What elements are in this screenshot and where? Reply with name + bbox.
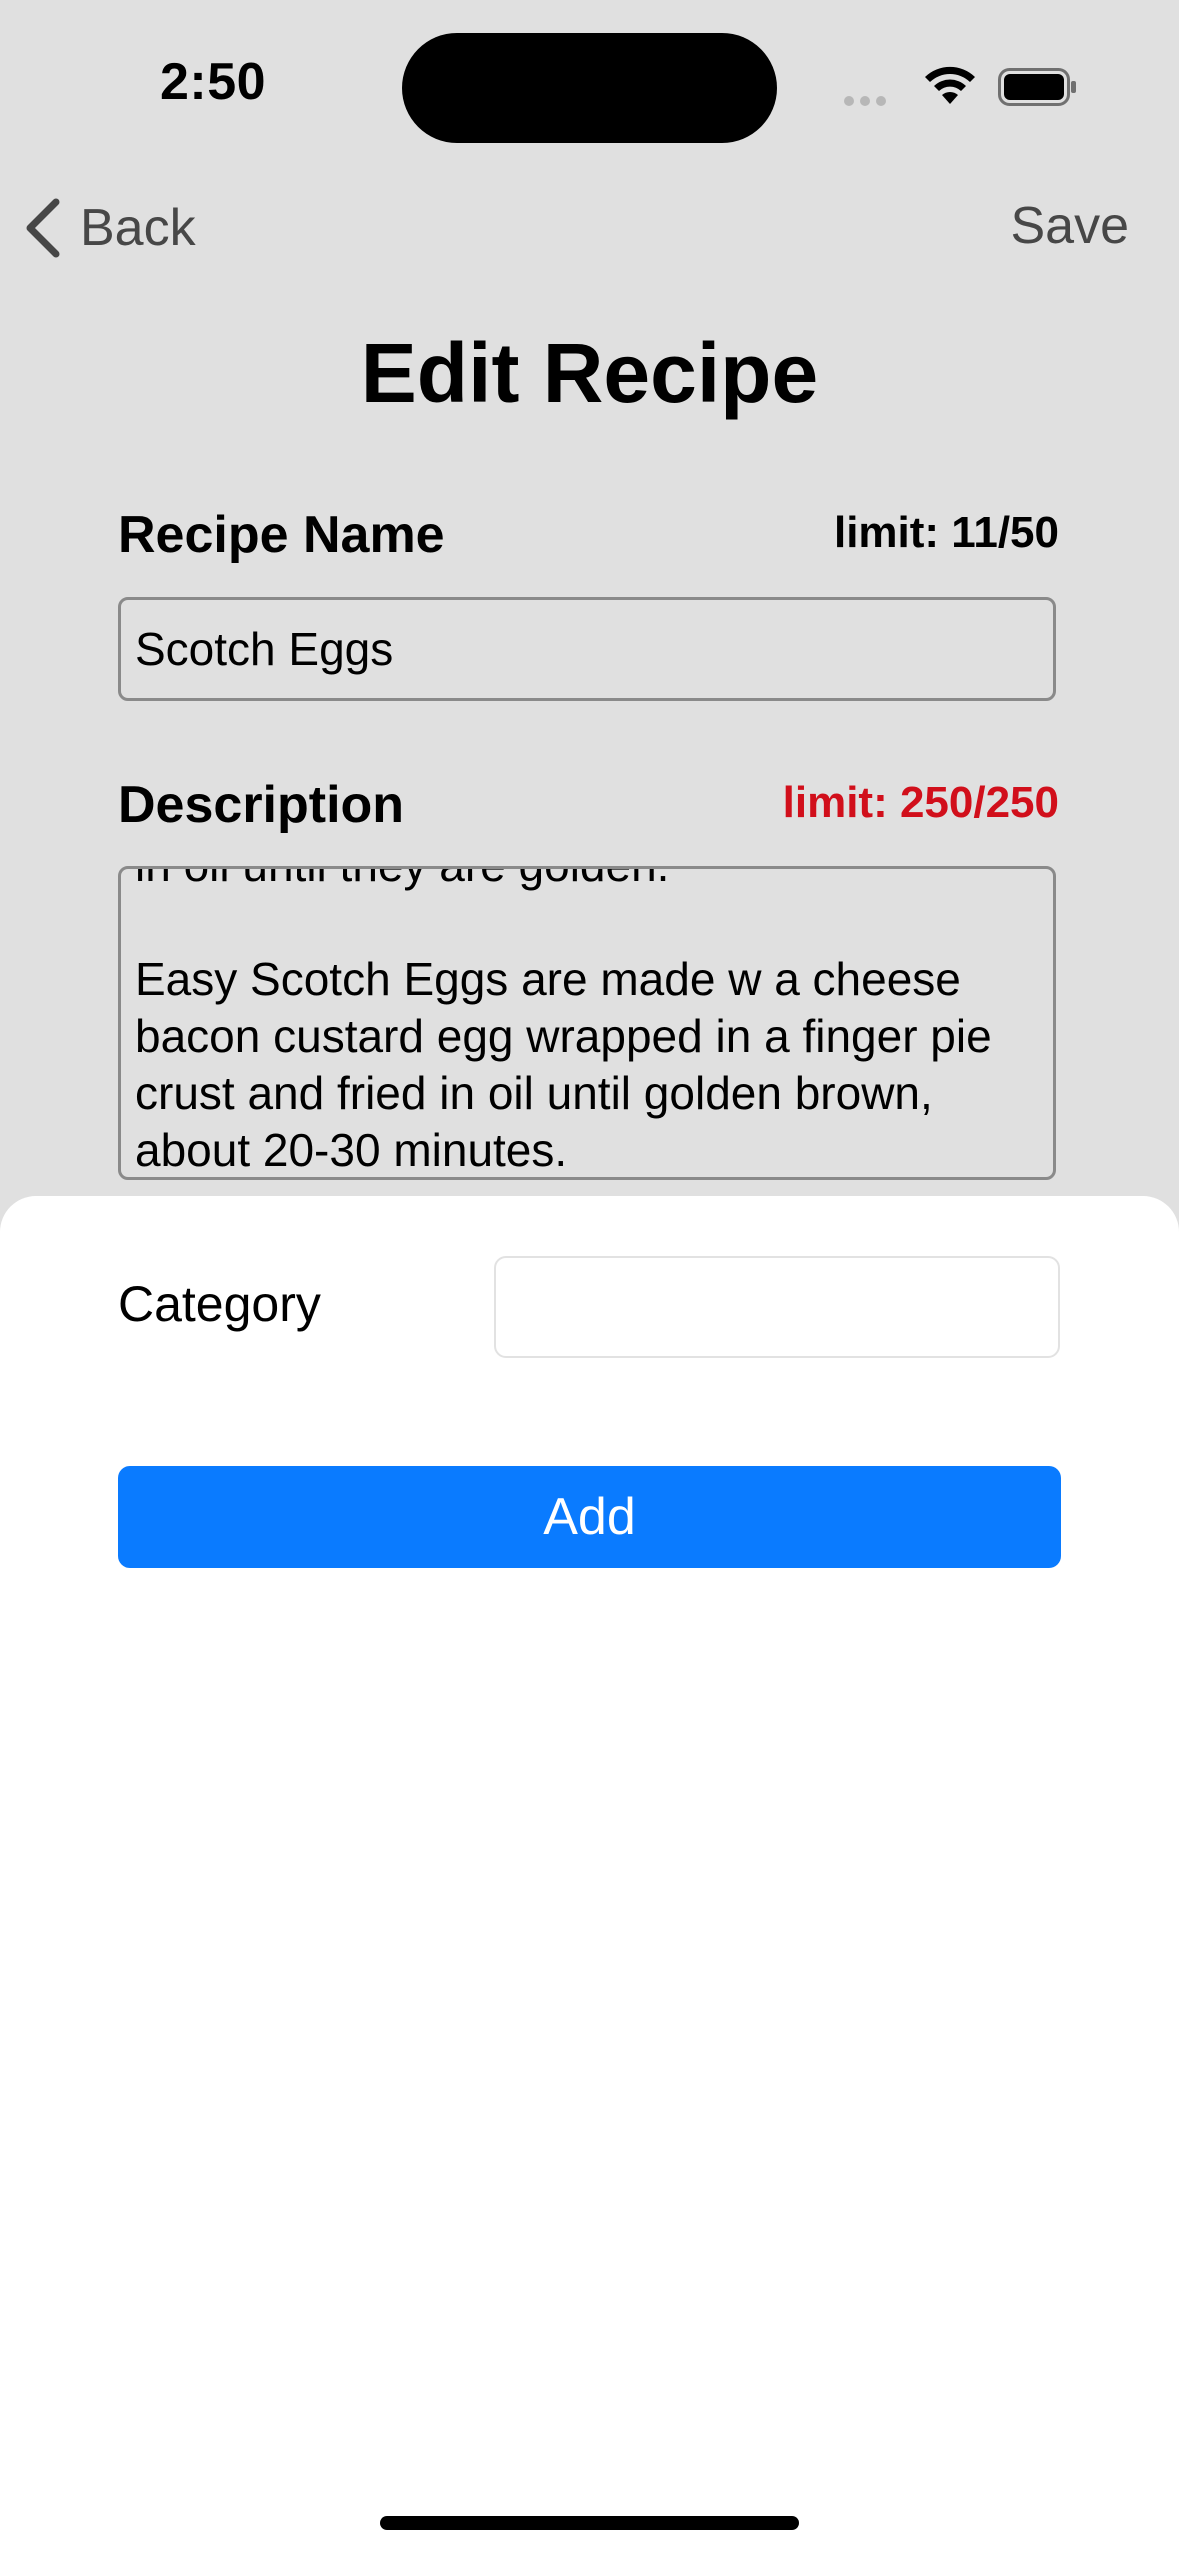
back-button[interactable]: Back	[22, 190, 196, 266]
back-label: Back	[80, 199, 196, 257]
chevron-left-icon	[26, 198, 60, 258]
save-button[interactable]: Save	[1010, 196, 1129, 256]
category-label: Category	[118, 1276, 321, 1332]
cellular-signal-icon	[844, 93, 906, 106]
add-button[interactable]: Add	[118, 1466, 1061, 1568]
home-indicator[interactable]	[380, 2516, 799, 2530]
status-time: 2:50	[160, 53, 267, 111]
dynamic-island	[402, 33, 777, 143]
recipe-name-limit: limit: 11/50	[833, 508, 1059, 557]
category-input[interactable]	[494, 1256, 1060, 1358]
description-textarea[interactable]: in oil until they are golden. Easy Scotc…	[118, 866, 1056, 1180]
add-category-sheet	[0, 1196, 1179, 2556]
description-label: Description	[118, 776, 405, 834]
description-text: in oil until they are golden. Easy Scotc…	[135, 869, 992, 1176]
description-limit: limit: 250/250	[782, 778, 1059, 827]
page-title: Edit Recipe	[360, 326, 819, 420]
wifi-icon	[922, 64, 978, 108]
battery-icon	[998, 68, 1078, 106]
recipe-name-label: Recipe Name	[118, 506, 445, 564]
recipe-name-input[interactable]: Scotch Eggs	[118, 597, 1056, 701]
